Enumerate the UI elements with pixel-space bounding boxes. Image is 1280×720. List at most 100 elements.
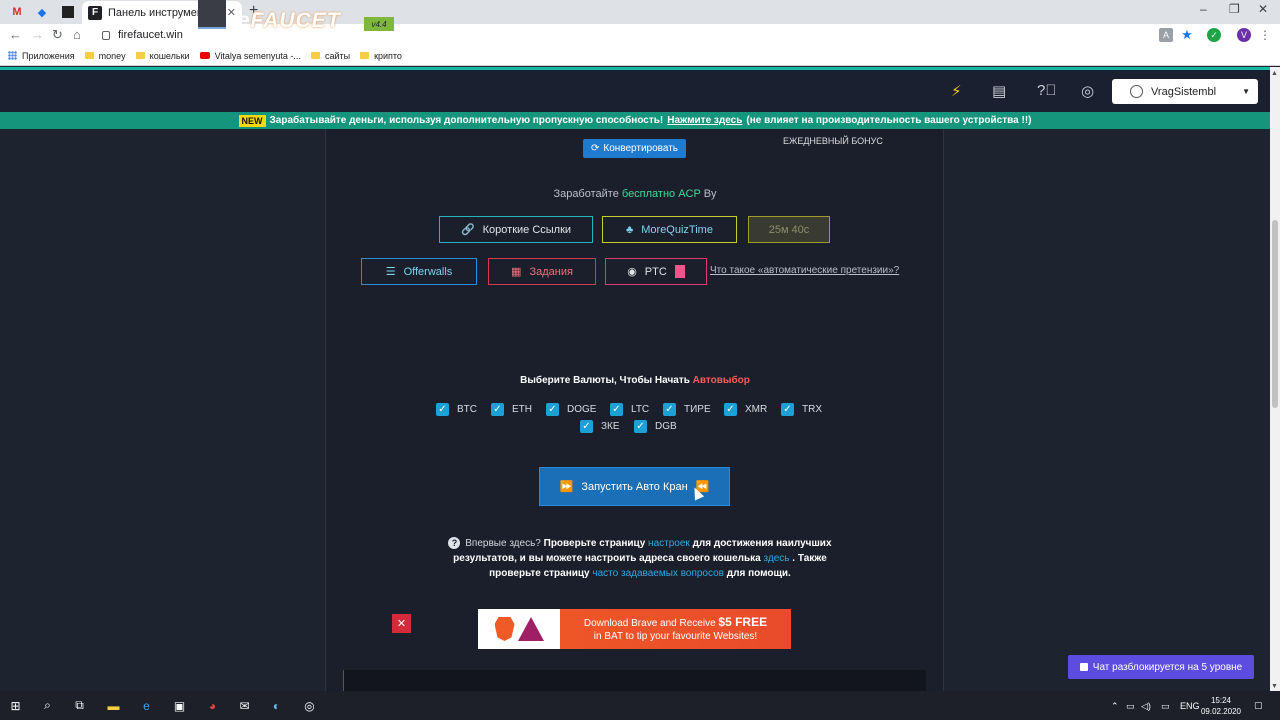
faq-link[interactable]: часто задаваемых вопросов (592, 568, 724, 579)
back-arrow-icon[interactable]: ← (9, 27, 22, 42)
windows-start-icon[interactable]: ⊞ (8, 698, 23, 713)
url-text: firefaucet.win (118, 29, 183, 41)
task-view-icon[interactable]: ⧉ (72, 698, 87, 713)
notifications-icon[interactable]: ▢ (1254, 700, 1263, 711)
checkbox-checked[interactable]: ✓ (634, 420, 647, 433)
chrome-icon[interactable]: ◕ (205, 698, 220, 713)
lock-icon (1079, 663, 1088, 671)
bookmarks-bar: Приложения money кошельки Vitalya semeny… (0, 46, 1280, 66)
earn-heading: Заработайте бесплатно ACP By (553, 188, 717, 200)
start-auto-faucet-button[interactable]: ⏩ Запустить Авто Кран ⏪ (539, 467, 730, 506)
network-icon[interactable]: ▭ (1126, 701, 1135, 712)
bookmark-star-icon[interactable]: ★ (1180, 27, 1194, 42)
ptc-count-badge (674, 265, 685, 278)
steam-icon[interactable]: ◐ (269, 698, 284, 713)
help-text: ? Впервые здесь? Проверьте страницу наст… (430, 536, 850, 581)
scroll-up-icon[interactable]: ▲ (1271, 70, 1278, 77)
auto-claim-info-link[interactable]: Что такое «автоматические претензии»? (710, 265, 899, 276)
bookmark-sites[interactable]: сайты (310, 51, 350, 61)
coin-checkbox-dgb[interactable]: ✓ DGB (634, 420, 677, 433)
lifebuoy-icon[interactable]: ◎ (1081, 82, 1094, 100)
checkbox-checked[interactable]: ✓ (781, 403, 794, 416)
ptc-button[interactable]: ◉ PTC (605, 258, 707, 285)
coin-checkbox-dash[interactable]: ✓ ТИРЕ (663, 403, 711, 416)
daily-bonus-label: ЕЖЕДНЕВНЫЙ БОНУС (783, 136, 883, 146)
system-clock[interactable]: 15:24 09.02.2020 (1196, 695, 1246, 717)
forward-arrow-icon[interactable]: → (31, 27, 44, 42)
site-logo[interactable]: FireFAUCET (208, 9, 341, 33)
checkbox-checked[interactable]: ✓ (436, 403, 449, 416)
mail-icon[interactable]: ✉ (237, 698, 252, 713)
restore-button[interactable]: ❐ (1229, 2, 1240, 16)
refresh-icon: ⟳ (590, 143, 600, 154)
volume-icon[interactable]: ◁) (1141, 701, 1151, 712)
bookmark-wallets[interactable]: кошельки (135, 51, 190, 61)
link-icon: 🔗 (460, 224, 475, 236)
tasks-button[interactable]: ▦ Задания (488, 258, 596, 285)
scroll-down-icon[interactable]: ▼ (1271, 683, 1278, 690)
brave-ad-banner[interactable]: Download Brave and Receive $5 FREE in BA… (478, 609, 791, 649)
pinned-tab-3[interactable] (57, 3, 79, 21)
coin-checkbox-eth[interactable]: ✓ ETH (491, 403, 532, 416)
search-icon[interactable]: ⌕ (40, 698, 55, 713)
brave-lion-icon (494, 617, 515, 641)
checkbox-checked[interactable]: ✓ (491, 403, 504, 416)
home-icon[interactable]: ⌂ (73, 27, 81, 42)
close-ad-button[interactable]: ✕ (392, 614, 411, 633)
coin-checkbox-btc[interactable]: ✓ BTC (436, 403, 477, 416)
bookmark-apps[interactable]: Приложения (8, 51, 75, 61)
timer-button: 25м 40с (748, 216, 830, 243)
fast-forward-icon: ⏩ (559, 481, 574, 493)
help-circle-icon[interactable]: ?⃝ (1037, 82, 1057, 99)
settings-link[interactable]: настроек (648, 538, 690, 549)
coin-checkbox-ltc[interactable]: ✓ LTC (610, 403, 649, 416)
obs-icon[interactable]: ◎ (302, 698, 317, 713)
chat-locked-button[interactable]: Чат разблокируется на 5 уровне (1068, 655, 1254, 679)
battery-icon[interactable]: ▭ (1161, 701, 1170, 712)
scrollbar-thumb[interactable] (1272, 220, 1278, 408)
short-links-button[interactable]: 🔗 Короткие Ссылки (439, 216, 593, 243)
bookmark-money[interactable]: money (84, 51, 126, 61)
coin-checkbox-doge[interactable]: ✓ DOGE (546, 403, 596, 416)
gmail-tab[interactable]: M (6, 3, 28, 21)
keyboard-icon[interactable]: ▤ (992, 82, 1006, 100)
checkbox-checked[interactable]: ✓ (580, 420, 593, 433)
quiz-button[interactable]: ♣ MoreQuizTime (602, 216, 737, 243)
bookmark-crypto[interactable]: крипто (360, 51, 402, 61)
username: VragSistembl (1151, 85, 1217, 98)
checkbox-checked[interactable]: ✓ (546, 403, 559, 416)
edge-icon[interactable]: e (139, 698, 154, 713)
close-window-button[interactable]: ✕ (1258, 2, 1268, 16)
coin-checkbox-trx[interactable]: ✓ TRX (781, 403, 822, 416)
convert-button[interactable]: ⟳ Конвертировать (583, 139, 686, 158)
checkbox-checked[interactable]: ✓ (663, 403, 676, 416)
file-explorer-icon[interactable]: ▬ (106, 698, 121, 713)
reload-icon[interactable]: ↻ (52, 27, 63, 43)
profile-avatar[interactable]: V (1237, 28, 1251, 42)
minimize-button[interactable]: – (1200, 2, 1207, 16)
wallet-here-link[interactable]: здесь (764, 553, 790, 564)
extension-check-icon[interactable]: ✓ (1207, 28, 1221, 42)
store-icon[interactable]: ▣ (172, 698, 187, 713)
coin-checkbox-zec[interactable]: ✓ ЗКЕ (580, 420, 620, 433)
content-strip (343, 670, 926, 691)
select-currency-title: Выберите Валюты, Чтобы Начать Автовыбор (520, 375, 750, 386)
folder-icon (310, 52, 320, 59)
announcement-bar: NEW Зарабатывайте деньги, используя допо… (0, 112, 1270, 129)
lightning-icon[interactable]: ⚡ (951, 82, 962, 100)
folder-icon (135, 52, 145, 59)
eye-icon: ◉ (627, 266, 637, 278)
checkbox-checked[interactable]: ✓ (724, 403, 737, 416)
translate-icon[interactable]: A (1159, 28, 1173, 42)
ad-text: Download Brave and Receive $5 FREE in BA… (583, 614, 768, 642)
offerwalls-button[interactable]: ☰ Offerwalls (361, 258, 477, 285)
coin-checkbox-xmr[interactable]: ✓ XMR (724, 403, 767, 416)
auto-select-link[interactable]: Автовыбор (693, 375, 750, 386)
tray-chevron-icon[interactable]: ⌃ (1111, 701, 1119, 712)
announce-link[interactable]: Нажмите здесь (667, 115, 742, 126)
bookmark-youtube[interactable]: Vitalya semenyuta -... (199, 51, 301, 61)
checkbox-checked[interactable]: ✓ (610, 403, 623, 416)
pinned-tab-2[interactable]: ◆ (31, 3, 53, 21)
menu-kebab-icon[interactable]: ⋮ (1258, 28, 1272, 42)
user-menu-button[interactable]: VragSistembl ▼ (1112, 79, 1258, 104)
